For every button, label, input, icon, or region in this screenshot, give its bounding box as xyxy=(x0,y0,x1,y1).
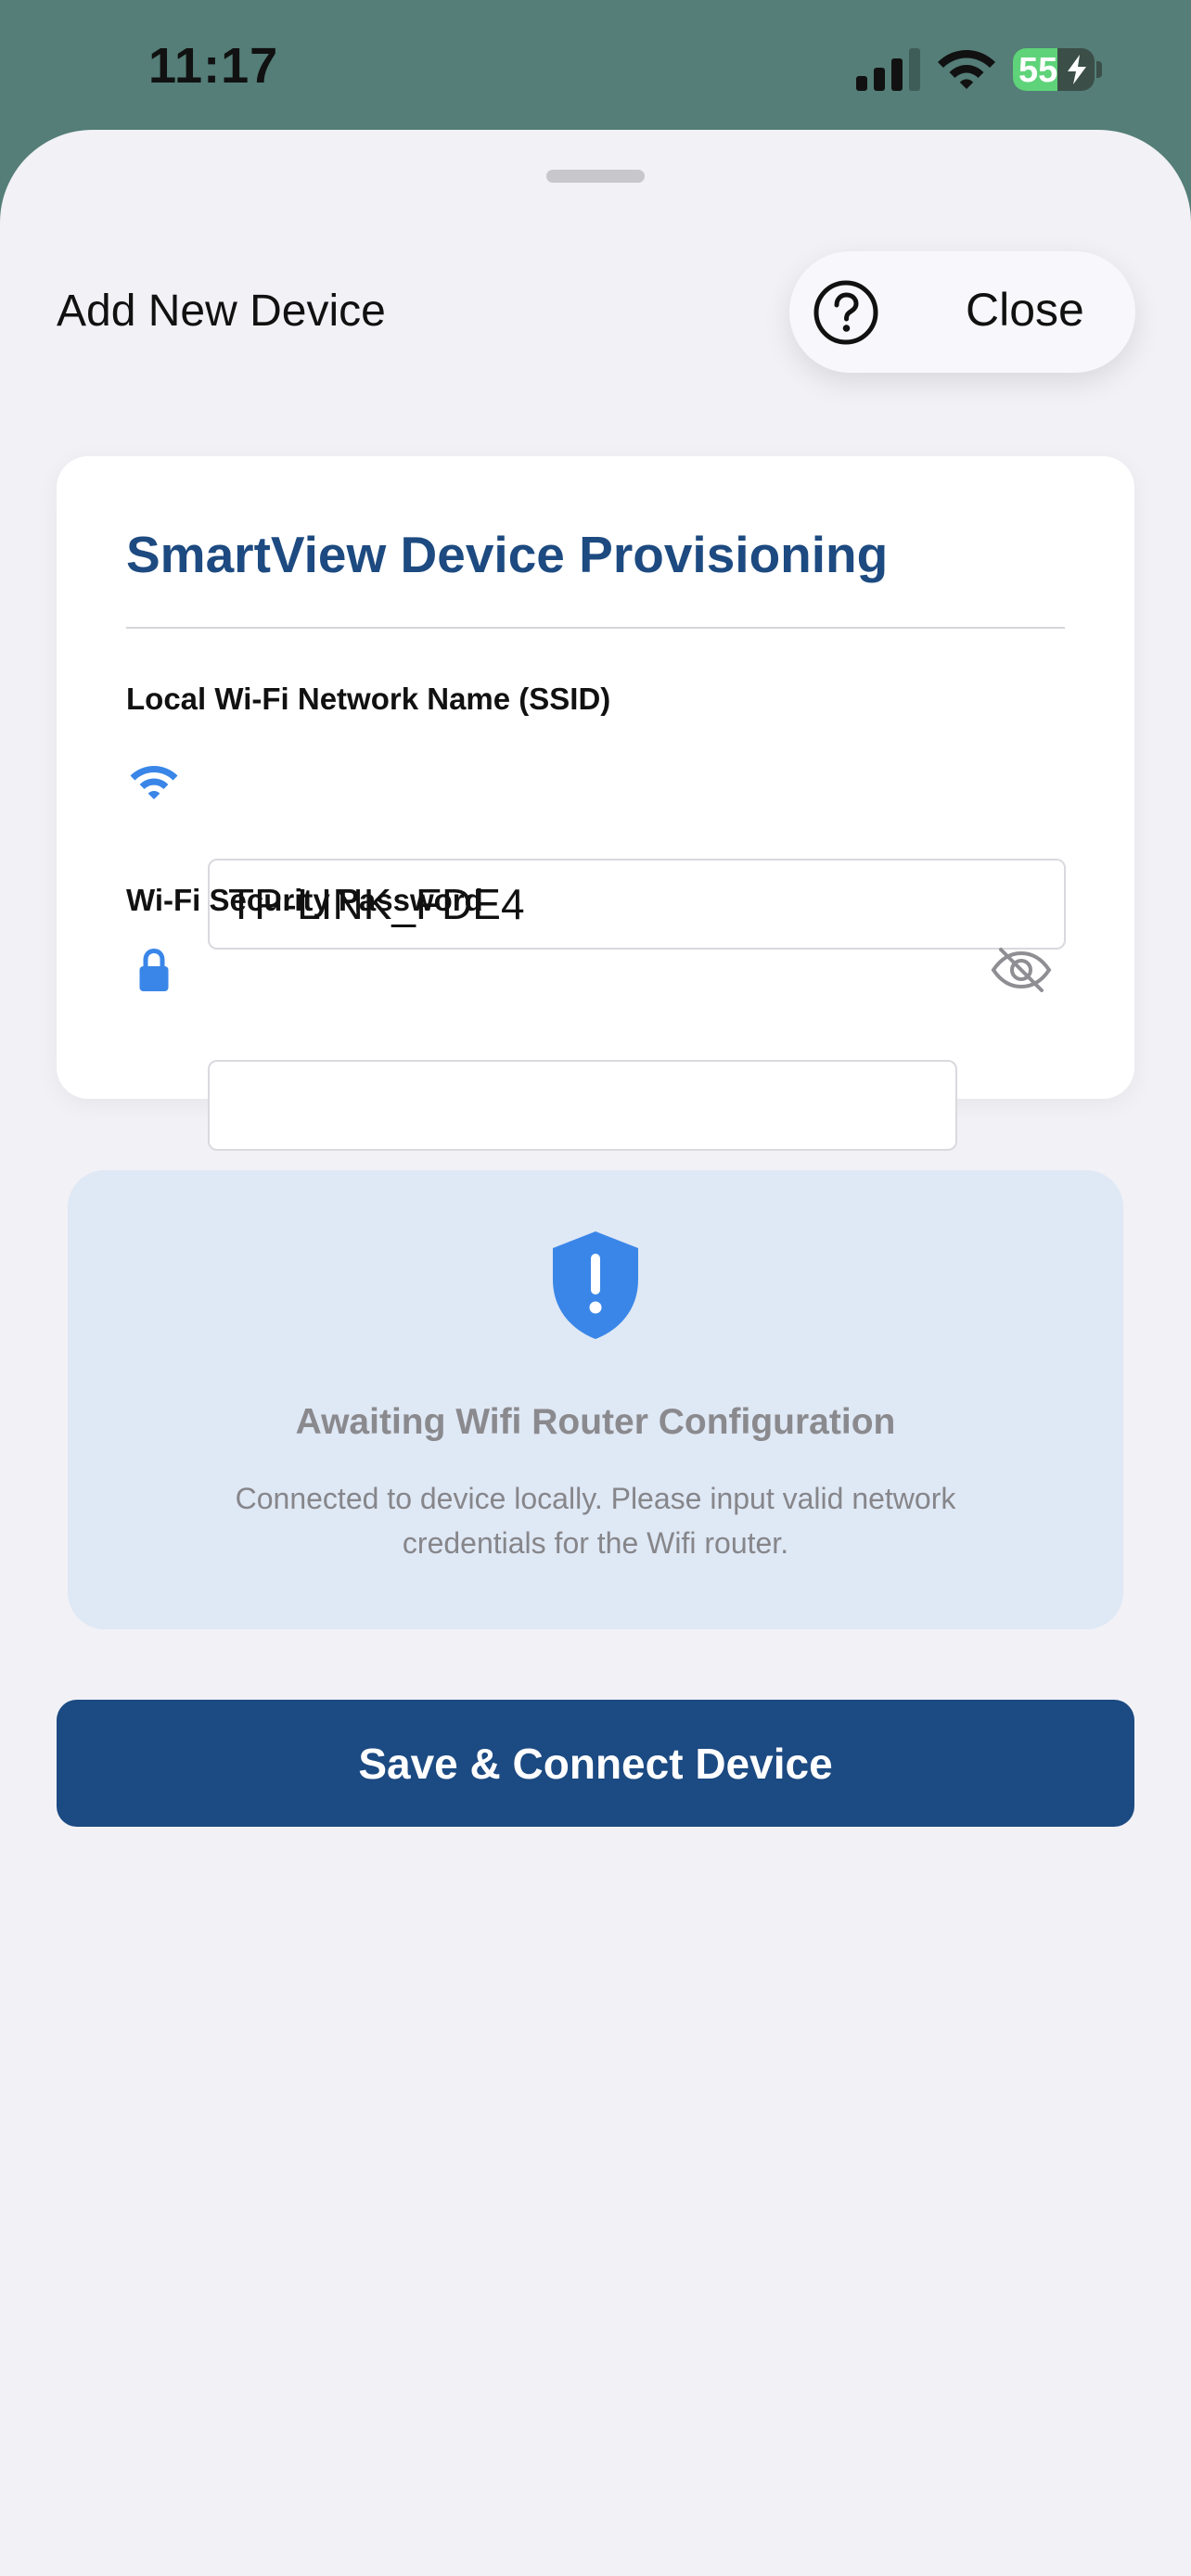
ssid-label: Local Wi-Fi Network Name (SSID) xyxy=(126,682,611,716)
close-button[interactable]: Close xyxy=(966,283,1084,337)
provisioning-card: SmartView Device Provisioning Local Wi-F… xyxy=(57,456,1134,1151)
eye-slash-icon[interactable] xyxy=(990,942,1053,998)
configuration-status-panel: Awaiting Wifi Router Configuration Conne… xyxy=(68,1170,1123,1629)
status-message: Connected to device locally. Please inpu… xyxy=(235,1482,956,1560)
status-time: 11:17 xyxy=(148,38,279,94)
header-actions: Close xyxy=(789,251,1135,373)
password-label: Wi-Fi Security Password xyxy=(126,883,483,917)
sheet-title: Add New Device xyxy=(57,287,386,336)
battery-percent: 55 xyxy=(1018,51,1058,90)
cellular-signal-icon xyxy=(856,48,920,91)
status-title: Awaiting Wifi Router Configuration xyxy=(295,1402,896,1442)
battery-charging-icon: 55 xyxy=(1013,48,1102,91)
save-connect-button[interactable]: Save & Connect Device xyxy=(57,1700,1134,1827)
bolt-icon xyxy=(1068,55,1086,84)
status-bar: 11:17 55 xyxy=(0,0,1191,130)
lock-icon xyxy=(139,948,169,991)
password-input[interactable] xyxy=(208,1060,957,1151)
question-circle-icon[interactable] xyxy=(813,279,879,346)
sheet-grabber[interactable] xyxy=(546,170,645,183)
divider xyxy=(126,627,1065,629)
add-device-sheet: Add New Device Close SmartView Device Pr… xyxy=(0,130,1191,2576)
shield-exclamation-icon xyxy=(553,1231,638,1339)
wifi-icon xyxy=(938,50,995,89)
wifi-icon xyxy=(130,766,178,799)
form-title: SmartView Device Provisioning xyxy=(126,526,889,583)
